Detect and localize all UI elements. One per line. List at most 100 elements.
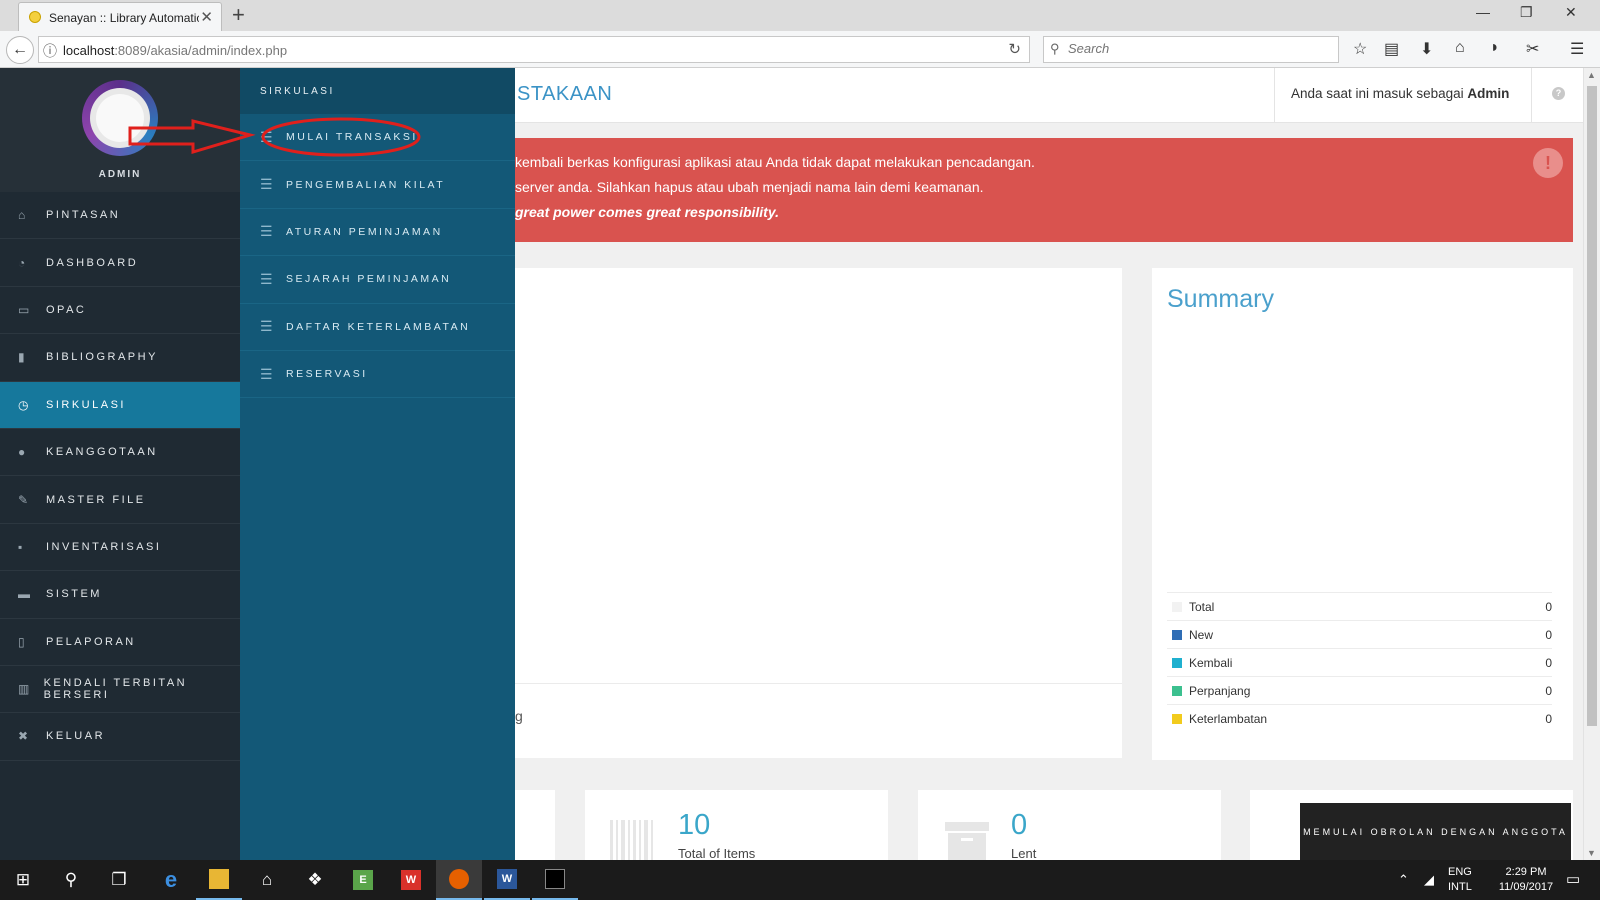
submenu-item-label: ATURAN PEMINJAMAN <box>286 225 443 238</box>
barcode-icon <box>610 820 653 860</box>
taskbar: ⊞ ⚲ ❐ e ⌂ ❖ E W W ⌃ ◢ ENG INTL 2:29 PM 1… <box>0 860 1600 900</box>
search-icon[interactable]: ⚲ <box>48 860 94 900</box>
network-icon[interactable]: ◢ <box>1424 872 1434 900</box>
dropbox-icon[interactable]: ❖ <box>292 860 338 900</box>
favicon-icon <box>29 11 41 23</box>
legend-value: 0 <box>1545 656 1552 670</box>
panel-footer-text: g <box>515 708 523 724</box>
wps-icon[interactable]: W <box>388 860 434 900</box>
stat-card-lent: 0 Lent <box>918 790 1221 860</box>
language-indicator[interactable]: ENG INTL <box>1448 866 1472 900</box>
sidebar-item-label: INVENTARISASI <box>46 540 162 553</box>
submenu-item-mulai-transaksi[interactable]: ☰ MULAI TRANSAKSI <box>240 114 515 162</box>
word-icon[interactable]: W <box>484 860 530 900</box>
login-status: Anda saat ini masuk sebagai Admin <box>1291 86 1509 101</box>
task-view-icon[interactable]: ❐ <box>96 860 142 900</box>
terminal-icon[interactable] <box>532 860 578 900</box>
tray-chevron-icon[interactable]: ⌃ <box>1398 872 1409 900</box>
edge-icon[interactable]: e <box>148 860 194 900</box>
submenu-item-daftar-keterlambatan[interactable]: ☰ DAFTAR KETERLAMBATAN <box>240 304 515 351</box>
submenu-item-label: DAFTAR KETERLAMBATAN <box>286 320 471 333</box>
sidebar-item-master-file[interactable]: ✎ MASTER FILE <box>0 476 240 524</box>
pocket-icon[interactable]: ◗ <box>1490 39 1500 57</box>
sidebar: ADMIN ⌂ PINTASAN ◔ DASHBOARD ▭ OPAC ▮ BIBLIO… <box>0 68 240 860</box>
word-glyph: W <box>497 869 517 889</box>
page-title: STAKAAN <box>517 83 613 105</box>
home-icon[interactable]: ⌂ <box>1455 39 1465 57</box>
browser-tab[interactable]: Senayan :: Library Automatic ✕ <box>18 2 222 31</box>
minimize-icon[interactable]: — <box>1476 4 1490 20</box>
submenu-item-reservasi[interactable]: ☰ RESERVASI <box>240 351 515 399</box>
sidebar-item-label: SIRKULASI <box>46 398 126 411</box>
restore-icon[interactable]: ❐ <box>1520 4 1533 21</box>
sidebar-item-kendali-terbitan-berseri[interactable]: ▥ KENDALI TERBITAN BERSERI <box>0 666 240 714</box>
sidebar-item-label: KEANGGOTAAN <box>46 446 158 459</box>
submenu-panel: SIRKULASI ☰ MULAI TRANSAKSI ☰ PENGEMBALIAN… <box>240 68 515 860</box>
bookmark-icon: ▮ <box>18 350 28 365</box>
legend-swatch <box>1172 713 1182 724</box>
extension-icon[interactable]: ✂ <box>1526 39 1539 59</box>
reload-icon[interactable]: ↻ <box>1008 40 1021 58</box>
header-divider-2 <box>1531 68 1532 123</box>
sidebar-item-bibliography[interactable]: ▮ BIBLIOGRAPHY <box>0 334 240 382</box>
terminal-glyph <box>545 869 565 889</box>
legend-row-perpanjang: Perpanjang 0 <box>1167 676 1552 704</box>
legend-label: Perpanjang <box>1189 683 1251 698</box>
sidebar-item-opac[interactable]: ▭ OPAC <box>0 287 240 335</box>
avatar[interactable] <box>82 80 158 156</box>
sidebar-item-sirkulasi[interactable]: ◷ SIRKULASI <box>0 381 240 429</box>
clock[interactable]: 2:29 PM 11/09/2017 <box>1490 866 1562 900</box>
legend-row-keterlambatan: Keterlambatan 0 <box>1167 704 1552 732</box>
start-chat-button[interactable]: MEMULAI OBROLAN DENGAN ANGGOTA <box>1300 803 1571 860</box>
firefox-glyph <box>449 869 469 889</box>
evernote-icon[interactable]: E <box>340 860 386 900</box>
window-close-icon[interactable]: ✕ <box>1565 4 1577 21</box>
list-icon: ☰ <box>260 270 276 287</box>
submenu-item-aturan-peminjaman[interactable]: ☰ ATURAN PEMINJAMAN <box>240 209 515 257</box>
content-header: STAKAAN Anda saat ini masuk sebagai Admi… <box>515 68 1583 123</box>
main-content: STAKAAN Anda saat ini masuk sebagai Admi… <box>515 68 1583 860</box>
scroll-down-icon[interactable]: ▼ <box>1587 848 1596 858</box>
legend-label: Keterlambatan <box>1189 711 1268 726</box>
menu-icon[interactable]: ☰ <box>1570 39 1584 59</box>
sidebar-item-inventarisasi[interactable]: ▪ INVENTARISASI <box>0 524 240 572</box>
info-icon[interactable]: ⓘ <box>43 41 57 61</box>
sidebar-item-sistem[interactable]: ▬ SISTEM <box>0 571 240 619</box>
bookmark-star-icon[interactable]: ☆ <box>1353 39 1367 59</box>
search-input[interactable] <box>1068 41 1328 56</box>
windows-start-icon[interactable]: ⊞ <box>0 860 46 900</box>
file-explorer-icon[interactable] <box>196 860 242 900</box>
sidebar-item-label: BIBLIOGRAPHY <box>46 351 158 364</box>
firefox-icon[interactable] <box>436 860 482 900</box>
legend-label: New <box>1189 627 1214 642</box>
back-button[interactable]: ← <box>6 36 34 64</box>
browser-search-box[interactable]: ⚲ <box>1043 36 1339 63</box>
help-icon[interactable]: ? <box>1552 87 1565 100</box>
tab-title: Senayan :: Library Automatic <box>49 11 199 25</box>
submenu-item-pengembalian-kilat[interactable]: ☰ PENGEMBALIAN KILAT <box>240 161 515 209</box>
sidebar-item-keanggotaan[interactable]: ● KEANGGOTAAN <box>0 429 240 477</box>
panel-divider <box>515 683 1122 684</box>
document-icon: ▯ <box>18 634 28 649</box>
legend-swatch <box>1172 601 1182 612</box>
download-icon[interactable]: ⬇ <box>1420 39 1433 59</box>
scroll-up-icon[interactable]: ▲ <box>1587 70 1596 80</box>
sidebar-item-dashboard[interactable]: ◔ DASHBOARD <box>0 239 240 287</box>
sidebar-item-label: KENDALI TERBITAN BERSERI <box>43 677 188 702</box>
sidebar-item-pelaporan[interactable]: ▯ PELAPORAN <box>0 619 240 666</box>
file-explorer-glyph <box>209 869 229 889</box>
store-icon[interactable]: ⌂ <box>244 860 290 900</box>
legend-value: 0 <box>1545 600 1552 614</box>
submenu-item-sejarah-peminjaman[interactable]: ☰ SEJARAH PEMINJAMAN <box>240 256 515 304</box>
stat-label: Lent <box>1011 846 1037 860</box>
notification-icon[interactable]: ▭ <box>1566 870 1580 900</box>
scrollbar-thumb[interactable] <box>1587 86 1597 726</box>
close-tab-icon[interactable]: ✕ <box>200 8 213 26</box>
sidebar-item-keluar[interactable]: ✖ KELUAR <box>0 713 240 761</box>
new-tab-button[interactable]: + <box>232 2 245 28</box>
sidebar-item-label: KELUAR <box>46 730 106 743</box>
bookmarks-list-icon[interactable]: ▤ <box>1384 39 1399 59</box>
address-bar[interactable]: ⓘ localhost:8089/akasia/admin/index.php … <box>38 36 1030 63</box>
page-scrollbar[interactable]: ▲ ▼ <box>1583 68 1600 860</box>
sidebar-item-pintasan[interactable]: ⌂ PINTASAN <box>0 192 240 240</box>
